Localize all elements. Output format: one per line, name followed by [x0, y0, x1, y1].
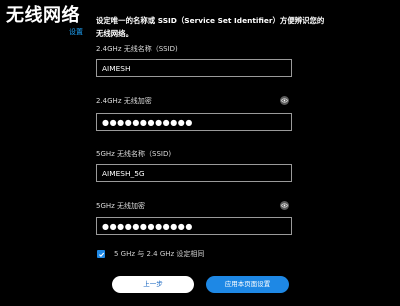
checkmark-icon — [98, 252, 104, 257]
ssid-2g-input[interactable] — [96, 59, 292, 77]
page-title: 无线网络 — [6, 5, 80, 26]
password-5g-label: 5GHz 无线加密 — [96, 202, 146, 210]
password-2g-label: 2.4GHz 无线加密 — [96, 97, 152, 105]
password-2g-input[interactable] — [96, 113, 292, 131]
ssid-2g-label: 2.4GHz 无线名称（SSID) — [96, 45, 178, 53]
eye-icon[interactable] — [280, 96, 289, 105]
page-description: 设定唯一的名称或 SSID（Service Set Identifier）方便辨… — [96, 16, 325, 38]
apply-button[interactable]: 应用本页面设置 — [206, 276, 289, 293]
same-settings-label: 5 GHz 与 2.4 GHz 设定相同 — [114, 250, 205, 258]
same-settings-checkbox[interactable] — [97, 250, 105, 258]
ssid-5g-input[interactable] — [96, 164, 292, 182]
password-5g-input[interactable] — [96, 217, 292, 235]
page-subtitle: 设置 — [69, 28, 83, 36]
back-button[interactable]: 上一步 — [112, 276, 194, 293]
ssid-5g-label: 5GHz 无线名称（SSID) — [96, 150, 172, 158]
eye-icon[interactable] — [280, 201, 289, 210]
